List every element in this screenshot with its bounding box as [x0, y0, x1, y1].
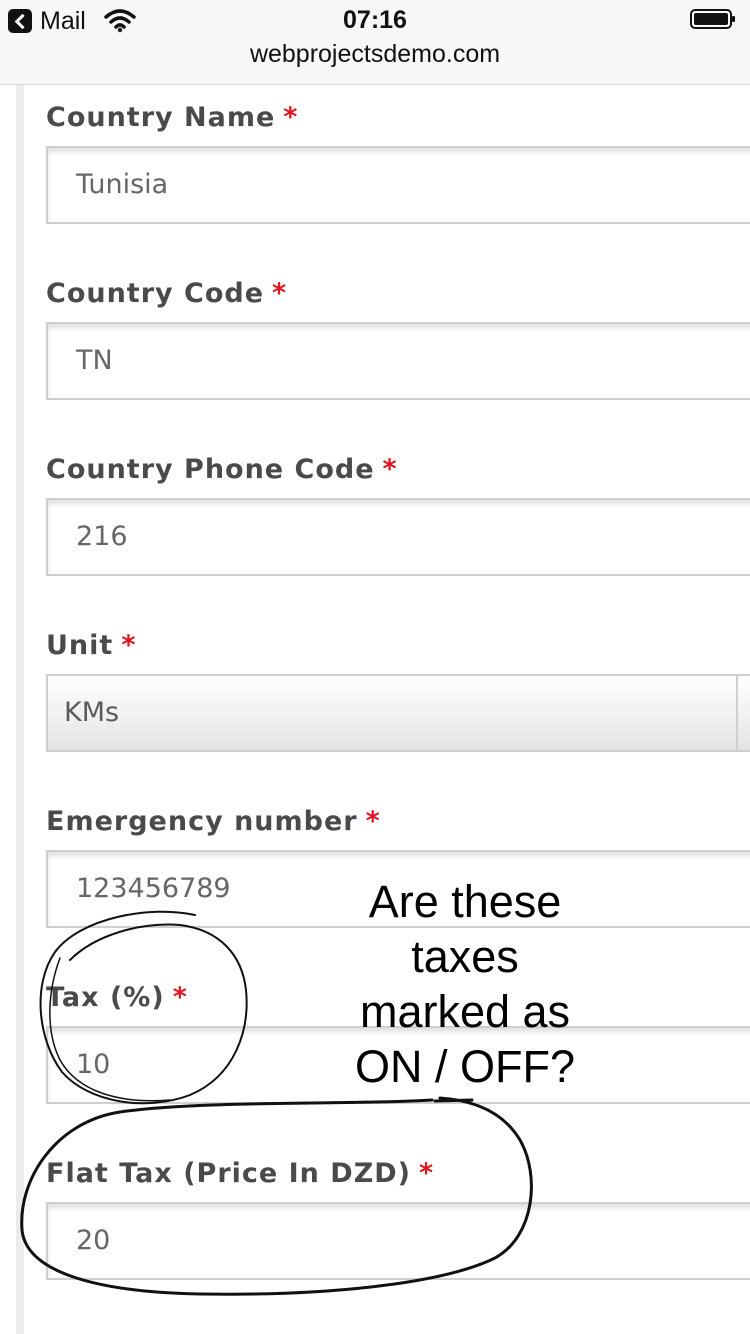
- unit-field: Unit * KMs: [46, 626, 750, 752]
- country-name-field: Country Name * Tunisia: [46, 98, 750, 224]
- emergency-number-label: Emergency number *: [46, 802, 750, 842]
- tax-percent-label-text: Tax (%): [46, 982, 165, 1013]
- phone-code-label: Country Phone Code *: [46, 450, 750, 490]
- annotation-line: taxes: [411, 931, 519, 982]
- country-name-label-text: Country Name: [46, 102, 276, 133]
- country-name-label: Country Name *: [46, 98, 750, 138]
- url-bar[interactable]: webprojectsdemo.com: [0, 40, 750, 69]
- unit-label: Unit *: [46, 626, 750, 666]
- unit-label-text: Unit: [46, 630, 114, 661]
- left-margin-rule: [16, 85, 24, 1334]
- country-code-input[interactable]: TN: [46, 322, 750, 400]
- select-divider: [736, 676, 738, 752]
- annotation-line: marked as: [359, 986, 571, 1037]
- country-code-label-text: Country Code: [46, 278, 265, 309]
- required-marker: *: [172, 982, 188, 1013]
- country-code-field: Country Code * TN: [46, 274, 750, 400]
- required-marker: *: [382, 454, 398, 485]
- clock: 07:16: [343, 6, 407, 34]
- country-code-label: Country Code *: [46, 274, 750, 314]
- annotation-question: Are these taxes marked as ON / OFF?: [330, 874, 600, 1094]
- phone-code-field: Country Phone Code * 216: [46, 450, 750, 576]
- required-marker: *: [365, 806, 381, 837]
- unit-select[interactable]: KMs: [46, 674, 750, 752]
- flat-tax-label: Flat Tax (Price In DZD) *: [46, 1154, 750, 1194]
- flat-tax-label-text: Flat Tax (Price In DZD): [46, 1158, 412, 1189]
- flat-tax-input[interactable]: 20: [46, 1202, 750, 1280]
- required-marker: *: [121, 630, 137, 661]
- phone-code-input[interactable]: 216: [46, 498, 750, 576]
- required-marker: *: [419, 1158, 435, 1189]
- unit-select-value: KMs: [64, 697, 120, 728]
- required-marker: *: [283, 102, 299, 133]
- annotation-line: ON / OFF?: [354, 1041, 575, 1092]
- phone-code-label-text: Country Phone Code: [46, 454, 375, 485]
- battery-icon: [690, 9, 735, 29]
- flat-tax-field: Flat Tax (Price In DZD) * 20: [46, 1154, 750, 1280]
- required-marker: *: [272, 278, 288, 309]
- emergency-number-label-text: Emergency number: [46, 806, 358, 837]
- ios-status-bar: Mail 07:16 webprojectsdemo.com: [0, 0, 750, 85]
- country-name-input[interactable]: Tunisia: [46, 146, 750, 224]
- emergency-number-field: Emergency number * 123456789: [46, 802, 750, 928]
- annotation-line: Are these: [368, 876, 562, 927]
